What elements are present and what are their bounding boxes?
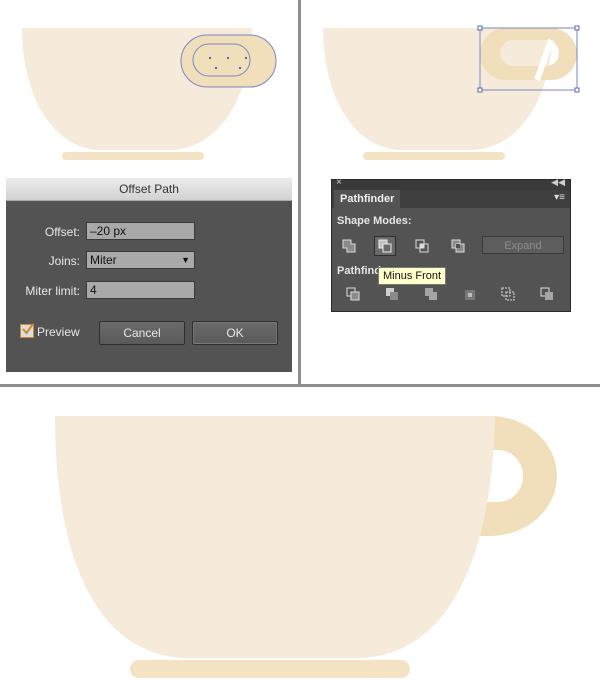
dialog-title: Offset Path — [6, 178, 292, 201]
expand-button[interactable]: Expand — [482, 236, 564, 254]
panel-menu-icon[interactable]: ▾≡ — [554, 192, 565, 203]
panel-top-strip: × ◀◀ — [332, 177, 570, 190]
pathfinders-label: Pathfind — [337, 265, 381, 277]
tooltip: Minus Front — [378, 267, 447, 285]
checkmark-icon — [22, 323, 34, 335]
exclude-icon[interactable] — [447, 236, 469, 256]
pathfinder-panel: × ◀◀ Pathfinder ▾≡ Shape Modes: Expand P… — [331, 177, 571, 312]
handle-outer — [180, 34, 277, 88]
joins-value: Miter — [90, 253, 117, 267]
miter-limit-input[interactable]: 4 — [86, 281, 195, 299]
crop-icon[interactable] — [460, 285, 482, 305]
saucer — [62, 152, 204, 160]
tab-pathfinder[interactable]: Pathfinder — [334, 190, 401, 208]
saucer — [363, 152, 505, 160]
offset-path-dialog: Offset Path Offset: –20 px Joins: Miter … — [6, 178, 292, 372]
unite-icon[interactable] — [338, 236, 360, 256]
collapse-icon[interactable]: ◀◀ — [551, 177, 565, 188]
cancel-button[interactable]: Cancel — [99, 321, 185, 345]
outline-icon[interactable] — [498, 285, 520, 305]
merge-icon[interactable] — [421, 285, 443, 305]
offset-label: Offset: — [44, 225, 80, 239]
intersect-icon[interactable] — [411, 236, 433, 256]
minus-back-icon[interactable] — [537, 285, 559, 305]
close-icon[interactable]: × — [336, 177, 342, 188]
joins-label: Joins: — [48, 254, 80, 268]
cup-body — [55, 416, 495, 658]
panel-tab-row: Pathfinder ▾≡ — [332, 190, 570, 208]
shape-modes-label: Shape Modes: — [337, 215, 412, 227]
divide-icon[interactable] — [343, 285, 365, 305]
cup-illustration-step-2 — [323, 25, 580, 160]
saucer — [130, 660, 410, 678]
cup-illustration-final — [55, 416, 557, 678]
offset-input[interactable]: –20 px — [86, 222, 195, 240]
miter-limit-label: Miter limit: — [25, 284, 80, 298]
joins-select[interactable]: Miter ▼ — [86, 251, 195, 269]
chevron-down-icon: ▼ — [181, 255, 190, 265]
cup-illustration-step-1 — [22, 28, 277, 160]
preview-label: Preview — [37, 325, 80, 339]
minus-front-icon[interactable] — [374, 236, 396, 256]
cup-body — [323, 28, 553, 150]
trim-icon[interactable] — [382, 285, 404, 305]
ok-button[interactable]: OK — [192, 321, 278, 345]
